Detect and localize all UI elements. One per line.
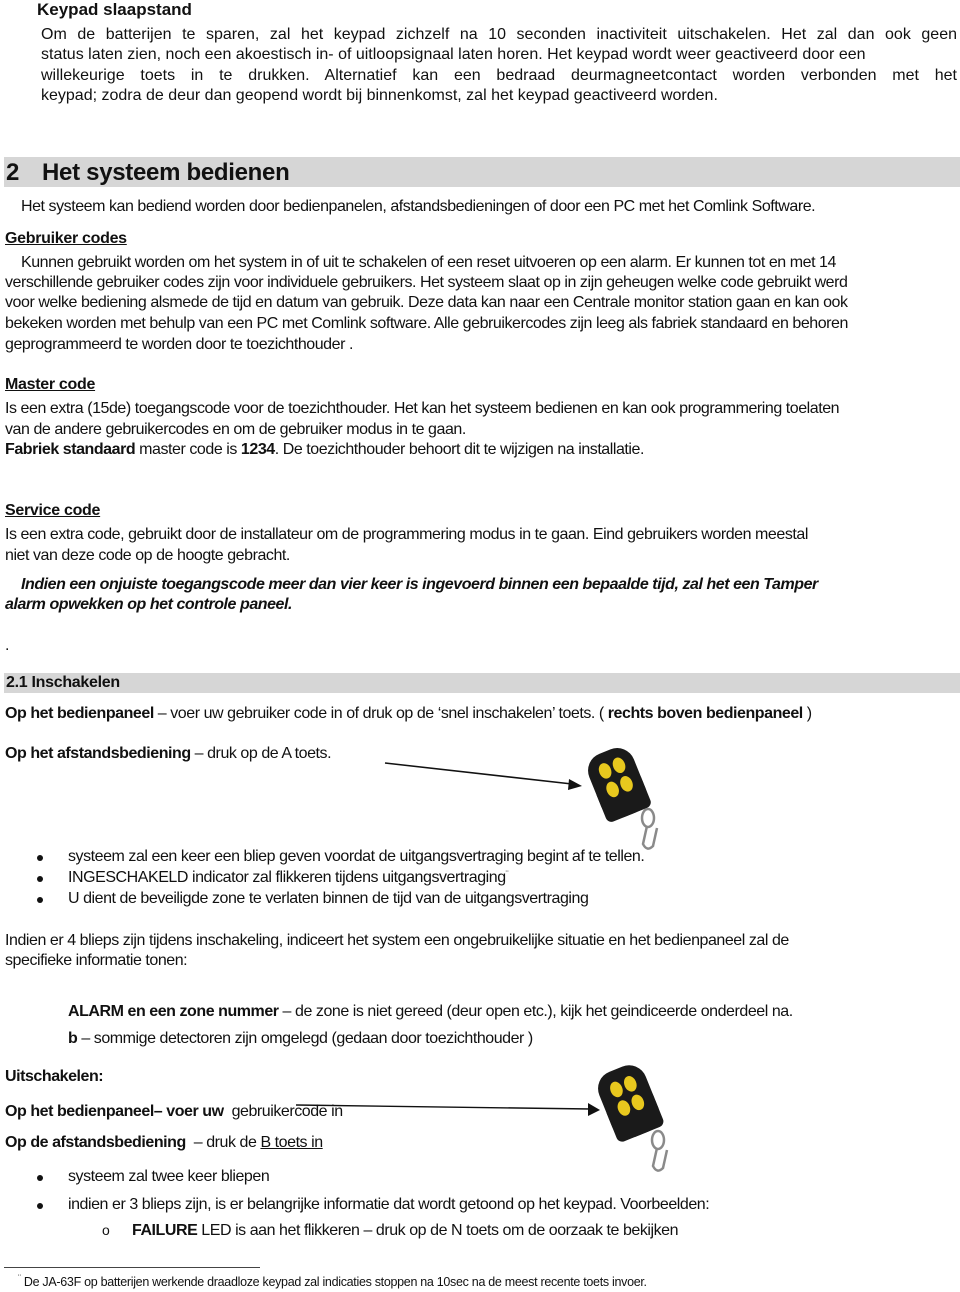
bypass-label: b (68, 1030, 78, 1047)
bullet-icon (37, 1175, 43, 1181)
footnote-text: De JA-63F op batterijen werkende draadlo… (20, 1275, 647, 1289)
disarm-bullet: indien er 3 blieps zijn, is er belangrij… (68, 1196, 710, 1213)
arm-bullet: systeem zal een keer een bliep geven voo… (68, 848, 645, 865)
disarm-bullet: systeem zal twee keer bliepen (68, 1168, 270, 1185)
circle-bullet-icon: o (102, 1222, 110, 1238)
bullet-icon (37, 876, 43, 882)
failure-label: FAILURE (132, 1222, 198, 1239)
disarm-remote-instruction: Op de afstandsbediening – druk de B toet… (5, 1133, 323, 1153)
footnote-mark: ¨ (18, 1273, 21, 1283)
arm-bullet: U dient de beveiligde zone te verlaten b… (68, 890, 589, 907)
disarm-panel-label: Op het bedienpaneel– voer uw (5, 1103, 224, 1120)
disarm-remote-text: – druk de (185, 1134, 261, 1151)
failure-item: FAILURE LED is aan het flikkeren – druk … (132, 1221, 679, 1241)
bypass-item: b – sommige detectoren zijn omgelegd (ge… (68, 1029, 533, 1049)
disarm-remote-label: Op de afstandsbediening (5, 1134, 186, 1151)
alarm-zone-item: ALARM en een zone nummer – de zone is ni… (68, 1002, 793, 1022)
alarm-zone-text: – de zone is niet gereed (deur open etc.… (278, 1003, 794, 1020)
alarm-zone-label: ALARM en een zone nummer (68, 1003, 279, 1020)
footnote-divider (4, 1267, 260, 1268)
bullet-icon (37, 1203, 43, 1209)
failure-text: LED is aan het flikkeren – druk op de N … (197, 1222, 679, 1239)
b-button-reference: B toets in (260, 1134, 323, 1151)
footnote: ¨ De JA-63F op batterijen werkende draad… (18, 1273, 647, 1290)
bypass-text: – sommige detectoren zijn omgelegd (geda… (77, 1030, 533, 1047)
bullet-icon (37, 855, 43, 861)
footnote-reference[interactable]: ¨ (506, 869, 509, 879)
disarm-panel-instruction: Op het bedienpaneel– voer uw gebruikerco… (5, 1102, 343, 1122)
pointer-arrow-icon (295, 762, 600, 1116)
four-beeps-line: specifieke informatie tonen: (5, 952, 188, 969)
four-beeps-line: Indien er 4 blieps zijn tijdens inschake… (5, 932, 789, 949)
bullet-icon (37, 897, 43, 903)
remote-control-image (598, 1065, 669, 1172)
remote-control-image (588, 748, 659, 850)
arm-bullet-text: INGESCHAKELD indicator zal flikkeren tij… (68, 869, 506, 886)
disarm-panel-text: gebruikercode in (223, 1103, 344, 1120)
disarm-heading: Uitschakelen: (5, 1068, 104, 1085)
arm-bullet: INGESCHAKELD indicator zal flikkeren tij… (68, 868, 509, 888)
